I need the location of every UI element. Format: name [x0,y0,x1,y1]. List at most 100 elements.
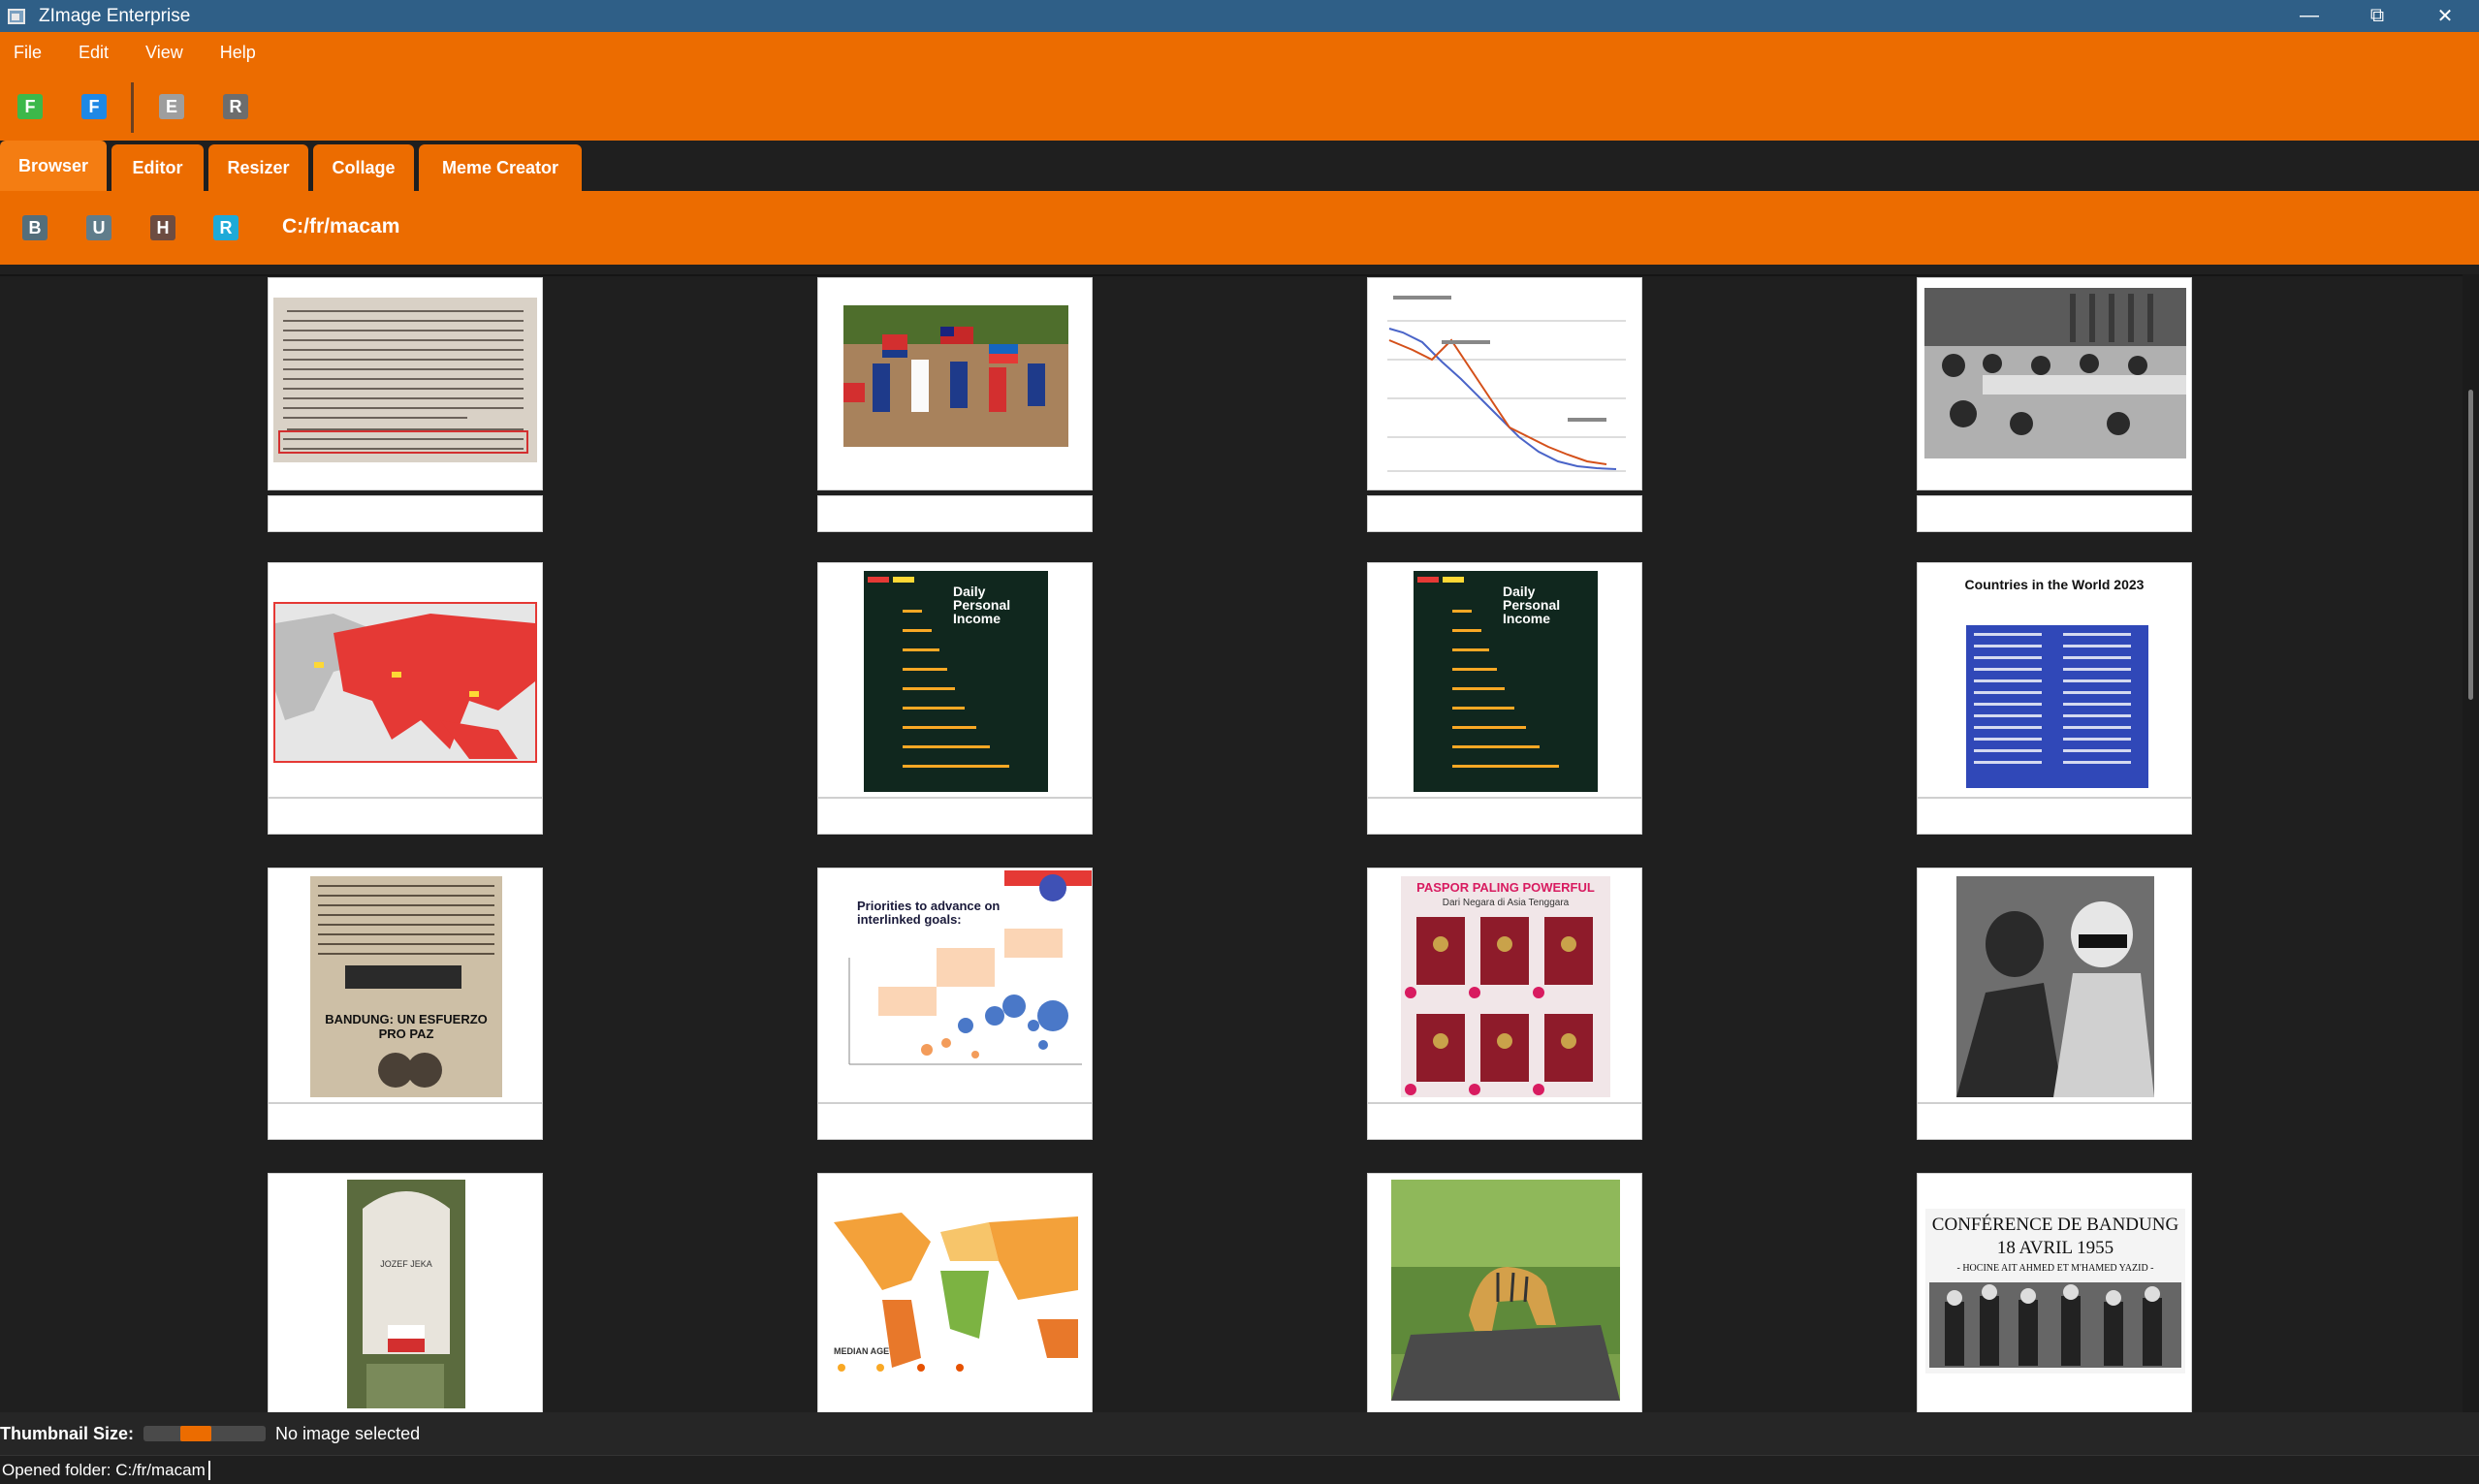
bubble-chart-image: Priorities to advance on interlinked goa… [820,870,1092,1101]
thumbnail-card[interactable] [1917,868,2192,1103]
thumbnail-card[interactable] [1367,277,1642,490]
reload-button[interactable]: R [213,215,238,240]
app-icon [8,8,25,24]
map-legend-title: MEDIAN AGE [834,1346,890,1356]
thumbnail-card[interactable] [1367,1173,1642,1412]
thumbnail-label [817,798,1093,835]
poster-image: CONFÉRENCE DE BANDUNG 18 AVRIL 1955 - HO… [1925,1209,2185,1373]
infographic-title: Daily Personal Income [953,584,1011,626]
infographic-image: Daily Personal Income [1414,571,1598,792]
thumbnail-label [1917,495,2192,532]
thumbnail-card[interactable] [268,562,543,798]
world-map-image: MEDIAN AGE [824,1203,1088,1377]
document-text-lines [278,310,528,454]
thumbnail-label [817,495,1093,532]
thumbnail-gallery[interactable]: Daily Personal Income Daily Personal Inc… [0,274,2463,1412]
newspaper-image: BANDUNG: UN ESFUERZO PRO PAZ [310,876,502,1097]
conference-illustration [1924,288,2186,458]
thumbnail-label [1367,495,1642,532]
newspaper-headline: BANDUNG: UN ESFUERZO PRO PAZ [325,1012,488,1041]
thumbnail-card[interactable] [1917,277,2192,490]
menu-bar: File Edit View Help [0,32,2479,73]
home-button[interactable]: H [150,215,175,240]
gravestone-photo: JOZEF JEKA [347,1180,465,1408]
bw-portrait-photo [1956,876,2154,1097]
up-button[interactable]: U [86,215,111,240]
thumbnail-card[interactable] [817,277,1093,490]
thumbnail-label [1367,1103,1642,1140]
countries-table [1966,625,2148,788]
toolbar: F F E R [0,73,2479,141]
poster-subtitle: 18 AVRIL 1955 [1996,1238,2114,1258]
thumbnail-card[interactable]: CONFÉRENCE DE BANDUNG 18 AVRIL 1955 - HO… [1917,1173,2192,1412]
countries-infographic: Countries in the World 2023 [1923,565,2187,794]
toolbar-separator [131,82,134,133]
thumbnail-card[interactable]: Countries in the World 2023 [1917,562,2192,798]
selection-status: No image selected [275,1423,421,1443]
thumbnail-label [817,1103,1093,1140]
title-bar: ZImage Enterprise — ⧉ ✕ [0,0,2479,32]
asia-map-illustration [275,614,535,759]
thumbnail-size-slider[interactable] [143,1426,267,1441]
close-icon[interactable]: ✕ [2411,0,2479,32]
open-file-button[interactable]: F [17,94,43,119]
minimize-icon[interactable]: — [2275,0,2343,32]
thumbnail-card[interactable]: MEDIAN AGE [817,1173,1093,1412]
back-button[interactable]: B [22,215,48,240]
thumbnail-card[interactable]: JOZEF JEKA [268,1173,543,1412]
gravestone-illustration [347,1180,465,1408]
gravestone-text: JOZEF JEKA [380,1259,432,1269]
window-controls: — ⧉ ✕ [2275,0,2479,32]
passports-illustration [1405,917,1593,1095]
portrait-illustration [1956,876,2154,1097]
tab-editor[interactable]: Editor [111,144,204,191]
tab-resizer[interactable]: Resizer [208,144,308,191]
document-scan-image [273,298,537,462]
path-bar: B U H R C:/fr/macam [0,191,2479,265]
infographic-title: Countries in the World 2023 [1964,577,2145,592]
infographic-title: PASPOR PALING POWERFUL [1416,880,1595,895]
restore-icon[interactable]: ⧉ [2343,0,2411,32]
newspaper-columns [318,885,494,1088]
tab-meme-creator[interactable]: Meme Creator [419,144,582,191]
thumbnail-label [1917,1103,2192,1140]
chart-title: Priorities to advance on interlinked goa… [857,899,1001,927]
asia-map-image [273,602,537,763]
thumbnail-label [268,495,543,532]
poster-title: CONFÉRENCE DE BANDUNG [1931,1215,2179,1235]
children-flags-photo [843,305,1068,447]
passport-infographic-image: PASPOR PALING POWERFUL Dari Negara di As… [1401,876,1610,1097]
thumbnail-card[interactable]: PASPOR PALING POWERFUL Dari Negara di As… [1367,868,1642,1103]
countries-rows [1974,633,2131,764]
open-folder-button[interactable]: F [81,94,107,119]
menu-help[interactable]: Help [220,43,256,63]
status-bar: Thumbnail Size: No image selected [0,1412,2479,1455]
infographic-image: Daily Personal Income [864,571,1048,792]
current-path: C:/fr/macam [282,215,400,237]
menu-view[interactable]: View [145,43,183,63]
line-chart-illustration [1387,296,1626,472]
edit-button[interactable]: E [159,94,184,119]
slider-handle[interactable] [180,1426,212,1441]
tab-bar: Browser Editor Resizer Collage Meme Crea… [0,141,2479,191]
line-chart-image [1374,282,1637,486]
thumbnail-card[interactable]: Daily Personal Income [1367,562,1642,798]
thumbnail-card[interactable]: Daily Personal Income [817,562,1093,798]
tiger-statue-illustration [1391,1180,1620,1401]
tiger-statue-photo [1391,1180,1620,1401]
scrollbar-thumb[interactable] [2468,390,2473,700]
footer-message: Opened folder: C:/fr/macam [2,1460,206,1479]
poster-caption: - HOCINE AIT AHMED ET M'HAMED YAZID - [1956,1263,2154,1274]
thumbnail-card[interactable] [268,277,543,490]
thumbnail-label [1917,798,2192,835]
thumbnail-card[interactable]: Priorities to advance on interlinked goa… [817,868,1093,1103]
thumbnail-card[interactable]: BANDUNG: UN ESFUERZO PRO PAZ [268,868,543,1103]
refresh-button[interactable]: R [223,94,248,119]
menu-edit[interactable]: Edit [79,43,109,63]
thumbnail-size-label: Thumbnail Size: [0,1423,135,1443]
conference-photo [1924,288,2186,458]
tab-browser[interactable]: Browser [0,141,107,191]
menu-file[interactable]: File [14,43,42,63]
footer-bar: Opened folder: C:/fr/macam [0,1455,2479,1484]
tab-collage[interactable]: Collage [313,144,414,191]
